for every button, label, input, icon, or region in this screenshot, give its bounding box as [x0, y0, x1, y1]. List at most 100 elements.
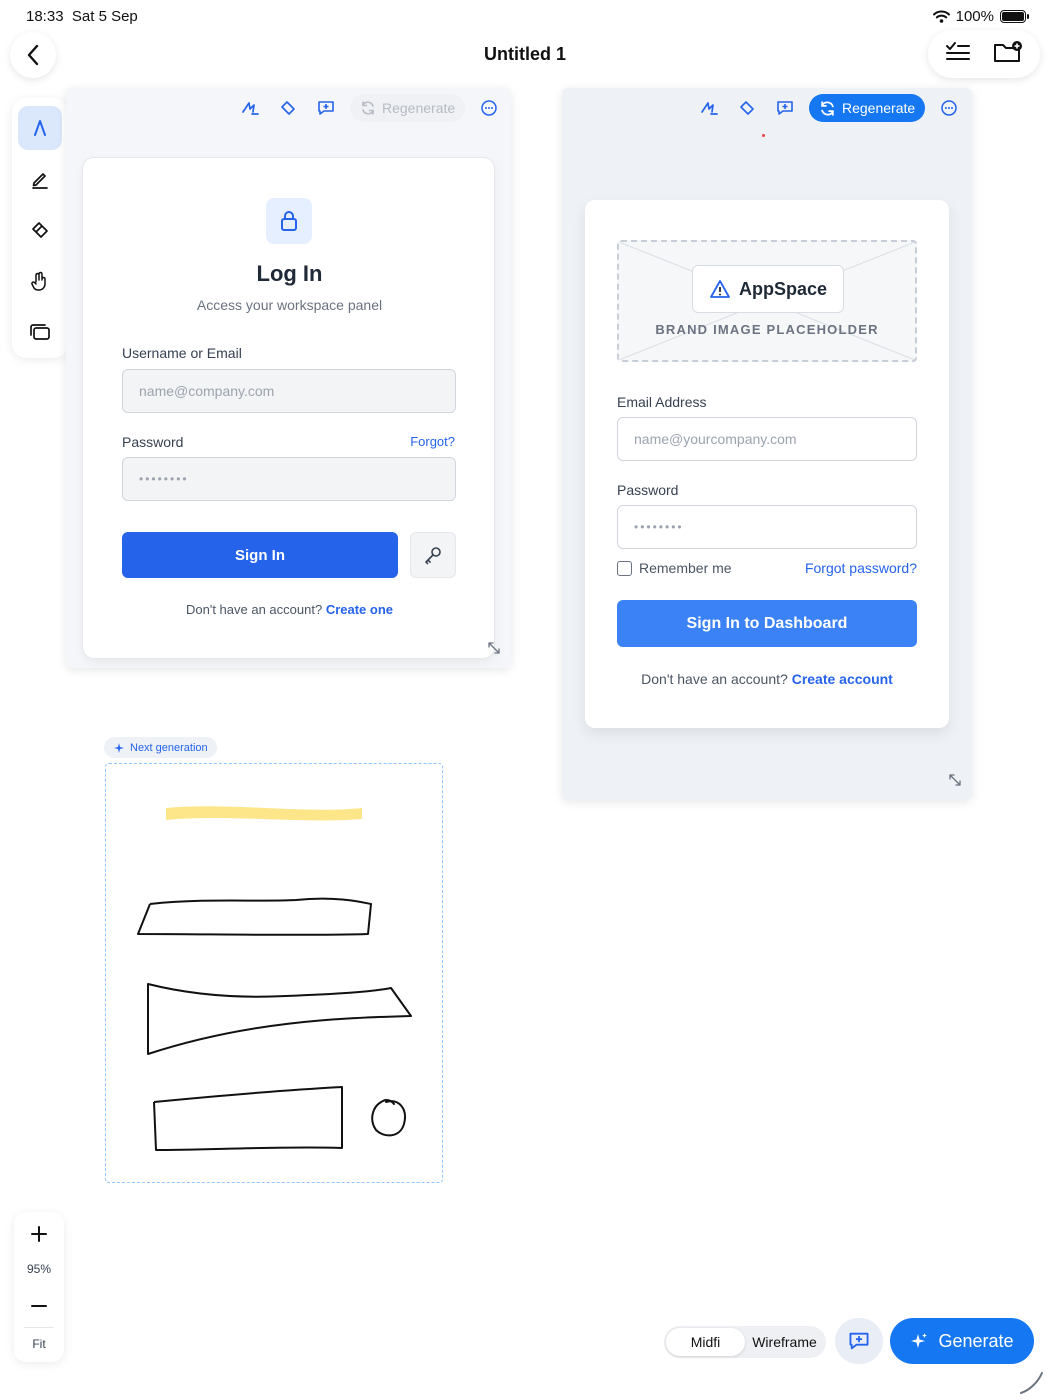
frame-login-a[interactable]: Regenerate Log In Access your workspace … [66, 88, 511, 668]
remember-checkbox[interactable] [617, 561, 632, 576]
dashboard-login-card: AppSpace BRAND IMAGE PLACEHOLDER Email A… [585, 200, 949, 728]
generate-label: Generate [938, 1330, 1014, 1351]
status-clock: 18:33 [26, 8, 64, 25]
frame-b-more-button[interactable] [935, 94, 963, 122]
remember-label: Remember me [639, 560, 732, 576]
lock-badge [266, 198, 312, 244]
frame-a-toolbar: Regenerate [236, 94, 503, 122]
key-icon [425, 547, 441, 565]
battery-icon [1000, 10, 1029, 23]
tool-rail [12, 98, 68, 358]
eraser-tool[interactable] [18, 208, 62, 252]
signup-text: Don't have an account? [641, 671, 788, 687]
zoom-panel: 95% Fit [14, 1212, 64, 1362]
frame-b-toolbar: Regenerate [695, 94, 963, 122]
frame-a-comment-button[interactable] [312, 94, 340, 122]
sketch-highlight-stroke [166, 806, 362, 821]
resize-icon [949, 774, 961, 786]
frame-b-annotate-button[interactable] [695, 94, 723, 122]
sparkle-icon [114, 742, 124, 753]
brand-name: AppSpace [738, 278, 828, 299]
login-card: Log In Access your workspace panel Usern… [82, 157, 495, 659]
signup-prompt: Don't have an account? Create one [83, 602, 496, 617]
frame-b-resize-handle[interactable] [948, 773, 962, 792]
pointer-icon [34, 120, 46, 136]
checklist-icon [946, 41, 970, 60]
zoom-out-button[interactable] [27, 1294, 51, 1323]
frame-a-regenerate-button[interactable]: Regenerate [350, 94, 466, 122]
frame-b-eraser-button[interactable] [733, 94, 761, 122]
email-label: Email Address [617, 394, 707, 410]
eraser-icon [281, 101, 295, 115]
minus-icon [31, 1305, 47, 1307]
zoom-fit-button[interactable]: Fit [14, 1337, 64, 1351]
frame-a-resize-handle[interactable] [487, 641, 501, 660]
passkey-button[interactable] [410, 532, 456, 578]
brand-logo-chip: AppSpace [692, 265, 844, 313]
frame-a-eraser-button[interactable] [274, 94, 302, 122]
frames-icon [30, 324, 50, 340]
pencil-stroke-indicator [1020, 1372, 1043, 1394]
regenerate-label: Regenerate [382, 100, 456, 116]
scribble-icon [242, 102, 259, 115]
sparkle-icon [911, 1333, 928, 1348]
frame-b-comment-button[interactable] [771, 94, 799, 122]
folder-add-icon [994, 40, 1022, 62]
refresh-icon [362, 101, 374, 115]
pointer-tool[interactable] [18, 106, 62, 150]
sketch-frame[interactable] [105, 763, 443, 1183]
create-one-link[interactable]: Create one [326, 602, 393, 617]
signup-text: Don't have an account? [185, 602, 323, 617]
username-label: Username or Email [122, 345, 242, 361]
battery-percent: 100% [955, 8, 994, 25]
forgot-link[interactable]: Forgot? [410, 434, 455, 449]
frames-tool[interactable] [18, 310, 62, 354]
frame-b-regenerate-button[interactable]: Regenerate [809, 94, 926, 122]
lock-icon [281, 211, 297, 231]
refresh-icon [821, 100, 834, 116]
zoom-level: 95% [26, 1262, 52, 1276]
fidelity-toggle: Midfi Wireframe [664, 1326, 826, 1358]
mode-wireframe[interactable]: Wireframe [745, 1328, 824, 1356]
username-input[interactable]: name@company.com [122, 369, 456, 413]
sketch-rectangle-2 [147, 983, 412, 1055]
password-label: Password [617, 482, 679, 498]
frame-a-more-button[interactable] [475, 94, 503, 122]
eraser-icon [32, 222, 48, 238]
login-subtitle: Access your workspace panel [196, 297, 383, 313]
frame-login-b[interactable]: Regenerate AppSpace BRAND IMAGE PLACEHOL… [562, 88, 972, 800]
password-input[interactable]: •••••••• [617, 505, 917, 549]
hand-tool[interactable] [18, 259, 62, 303]
add-comment-button[interactable] [835, 1318, 883, 1364]
pencil-icon [32, 173, 48, 189]
sketch-circle [371, 1099, 406, 1137]
add-folder-button[interactable] [993, 40, 1023, 69]
sign-in-dashboard-button[interactable]: Sign In to Dashboard [617, 600, 917, 647]
next-generation-chip: Next generation [104, 737, 217, 758]
top-actions-group [928, 30, 1040, 78]
login-title: Log In [256, 261, 323, 286]
status-date: Sat 5 Sep [71, 8, 138, 25]
regenerate-label: Regenerate [842, 100, 916, 116]
email-input[interactable]: name@yourcompany.com [617, 417, 917, 461]
frame-a-annotate-button[interactable] [236, 94, 264, 122]
generate-button[interactable]: Generate [890, 1318, 1034, 1364]
document-title: Untitled 1 [483, 44, 566, 64]
comment-add-icon [777, 101, 793, 115]
zoom-in-button[interactable] [27, 1222, 51, 1251]
scribble-icon [701, 102, 718, 115]
more-icon [941, 100, 957, 116]
zoom-divider [24, 1327, 54, 1328]
pencil-tool[interactable] [18, 157, 62, 201]
comment-add-icon [318, 101, 334, 115]
forgot-password-link[interactable]: Forgot password? [805, 560, 917, 576]
password-input[interactable]: •••••••• [122, 457, 456, 501]
eraser-icon [740, 101, 754, 115]
sketch-rectangle-3 [153, 1086, 343, 1151]
status-time: 18:33 Sat 5 Sep [26, 8, 138, 25]
warning-triangle-icon [710, 280, 730, 298]
sign-in-button[interactable]: Sign In [122, 532, 398, 578]
mode-midfi[interactable]: Midfi [666, 1328, 745, 1356]
checklist-button[interactable] [945, 40, 971, 69]
create-account-link[interactable]: Create account [792, 671, 893, 687]
